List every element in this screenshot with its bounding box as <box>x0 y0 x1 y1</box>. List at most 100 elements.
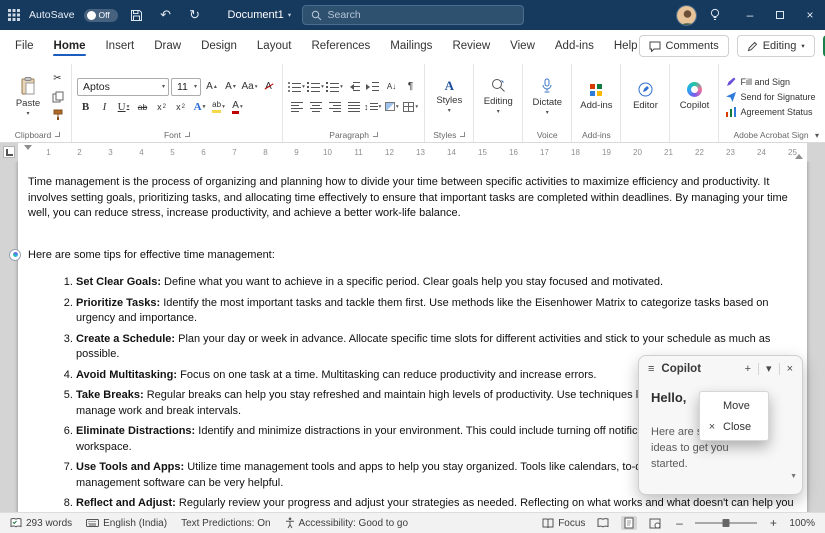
list-item[interactable]: Prioritize Tasks: Identify the most impo… <box>76 296 795 327</box>
increase-indent-button[interactable] <box>364 78 381 95</box>
tab-review[interactable]: Review <box>451 31 491 61</box>
tab-add-ins[interactable]: Add-ins <box>554 31 595 61</box>
format-painter-button[interactable] <box>49 106 66 123</box>
language-indicator[interactable]: English (India) <box>86 518 167 529</box>
shrink-font-button[interactable]: A▾ <box>222 78 239 95</box>
copy-button[interactable] <box>49 88 66 105</box>
tab-view[interactable]: View <box>509 31 536 61</box>
bullets-button[interactable]: ▾ <box>288 78 305 95</box>
styles-button[interactable]: A Styles ▾ <box>430 77 468 116</box>
font-color-button[interactable]: A▾ <box>229 99 246 116</box>
subscript-button[interactable]: x2 <box>153 99 170 116</box>
text-effects-button[interactable]: A▾ <box>191 99 208 116</box>
maximize-button[interactable] <box>765 0 795 30</box>
numbering-button[interactable]: ▾ <box>307 78 324 95</box>
cut-button[interactable]: ✂ <box>49 70 66 87</box>
lightbulb-icon[interactable] <box>709 8 721 22</box>
tab-home[interactable]: Home <box>53 31 87 61</box>
show-hide-marks-button[interactable]: ¶ <box>402 78 419 95</box>
collapse-ribbon-button[interactable]: ▾ <box>815 131 819 140</box>
sort-button[interactable]: A↓ <box>383 78 400 95</box>
redo-button[interactable]: ↻ <box>185 4 205 26</box>
zoom-slider-knob[interactable] <box>723 519 730 527</box>
intro-line[interactable]: Here are some tips for effective time ma… <box>28 248 795 264</box>
tab-mailings[interactable]: Mailings <box>389 31 433 61</box>
change-case-button[interactable]: Aa▾ <box>241 78 258 95</box>
bold-button[interactable]: B <box>77 99 94 116</box>
agreement-status-button[interactable]: Agreement Status <box>724 106 817 118</box>
word-count[interactable]: 293 words <box>10 518 72 529</box>
tab-help[interactable]: Help <box>613 31 639 61</box>
align-center-button[interactable] <box>307 98 324 115</box>
dialog-launcher-icon[interactable] <box>55 132 60 137</box>
superscript-button[interactable]: x2 <box>172 99 189 116</box>
chevron-down-icon[interactable]: ▾ <box>766 364 772 375</box>
underline-button[interactable]: U▾ <box>115 99 132 116</box>
dictate-button[interactable]: Dictate ▾ <box>528 76 566 118</box>
shading-button[interactable]: ▾ <box>383 98 400 115</box>
zoom-out-button[interactable]: – <box>673 516 685 530</box>
align-left-button[interactable] <box>288 98 305 115</box>
tab-selector[interactable] <box>3 146 15 158</box>
indent-marker-right[interactable] <box>795 154 803 159</box>
hamburger-menu-icon[interactable]: ≡ <box>648 364 654 375</box>
tab-draw[interactable]: Draw <box>153 31 182 61</box>
editor-button[interactable]: Editor <box>626 80 664 113</box>
font-size-select[interactable]: 11▾ <box>171 78 201 96</box>
tab-layout[interactable]: Layout <box>256 31 293 61</box>
minimize-button[interactable]: – <box>735 0 765 30</box>
zoom-slider[interactable] <box>695 522 757 524</box>
accessibility-status[interactable]: Accessibility: Good to go <box>285 517 409 529</box>
multilevel-list-button[interactable]: ▾ <box>326 78 343 95</box>
save-button[interactable] <box>127 4 147 26</box>
tab-insert[interactable]: Insert <box>104 31 135 61</box>
document-title[interactable]: Document1 ▾ <box>228 9 292 21</box>
print-layout-button[interactable] <box>621 516 637 530</box>
tab-file[interactable]: File <box>14 31 35 61</box>
read-mode-button[interactable] <box>595 516 611 530</box>
app-icon[interactable] <box>8 9 20 21</box>
copilot-button[interactable]: Copilot <box>675 80 713 113</box>
dialog-launcher-icon[interactable] <box>373 132 378 137</box>
avatar[interactable] <box>676 5 697 26</box>
focus-mode-button[interactable]: Focus <box>542 518 585 529</box>
search-box[interactable] <box>302 5 524 25</box>
borders-button[interactable]: ▾ <box>402 98 419 115</box>
clear-formatting-button[interactable]: A <box>260 78 277 95</box>
strikethrough-button[interactable]: ab <box>134 99 151 116</box>
justify-button[interactable] <box>345 98 362 115</box>
font-name-select[interactable]: Aptos▾ <box>77 78 169 96</box>
editing-button[interactable]: Editing ▾ <box>479 76 517 117</box>
list-item[interactable]: Set Clear Goals: Define what you want to… <box>76 275 795 291</box>
list-item[interactable]: Reflect and Adjust: Regularly review you… <box>76 496 795 512</box>
dialog-launcher-icon[interactable] <box>460 132 465 137</box>
close-button[interactable]: × <box>795 0 825 30</box>
close-icon[interactable]: × <box>787 364 793 375</box>
italic-button[interactable]: I <box>96 99 113 116</box>
menu-item-close[interactable]: × Close <box>700 416 768 437</box>
fill-and-sign-button[interactable]: Fill and Sign <box>724 76 817 88</box>
text-predictions[interactable]: Text Predictions: On <box>181 518 270 529</box>
ruler[interactable]: 1234567891011121314151617181920212223242… <box>0 143 825 161</box>
menu-item-move[interactable]: Move <box>700 395 768 416</box>
comments-button[interactable]: Comments <box>639 35 729 57</box>
zoom-level[interactable]: 100% <box>789 518 815 529</box>
editing-mode-button[interactable]: Editing ▾ <box>737 35 815 57</box>
dialog-launcher-icon[interactable] <box>185 132 190 137</box>
new-chat-icon[interactable]: + <box>745 364 751 375</box>
line-spacing-button[interactable]: ↕▾ <box>364 98 381 115</box>
paragraph[interactable]: Time management is the process of organi… <box>28 175 795 222</box>
add-ins-button[interactable]: Add-ins <box>577 81 615 113</box>
highlight-color-button[interactable]: ab▾ <box>210 99 227 116</box>
zoom-in-button[interactable]: + <box>767 516 779 530</box>
undo-button[interactable]: ↶ <box>156 4 176 26</box>
grow-font-button[interactable]: A▴ <box>203 78 220 95</box>
paste-button[interactable]: Paste ▾ <box>9 75 47 119</box>
tab-design[interactable]: Design <box>200 31 238 61</box>
search-input[interactable] <box>328 9 515 21</box>
scroll-down-icon[interactable]: ▼ <box>790 473 797 480</box>
copilot-margin-icon[interactable] <box>9 249 21 261</box>
autosave-toggle[interactable]: Off <box>84 9 118 22</box>
web-layout-button[interactable] <box>647 516 663 530</box>
tab-references[interactable]: References <box>310 31 371 61</box>
